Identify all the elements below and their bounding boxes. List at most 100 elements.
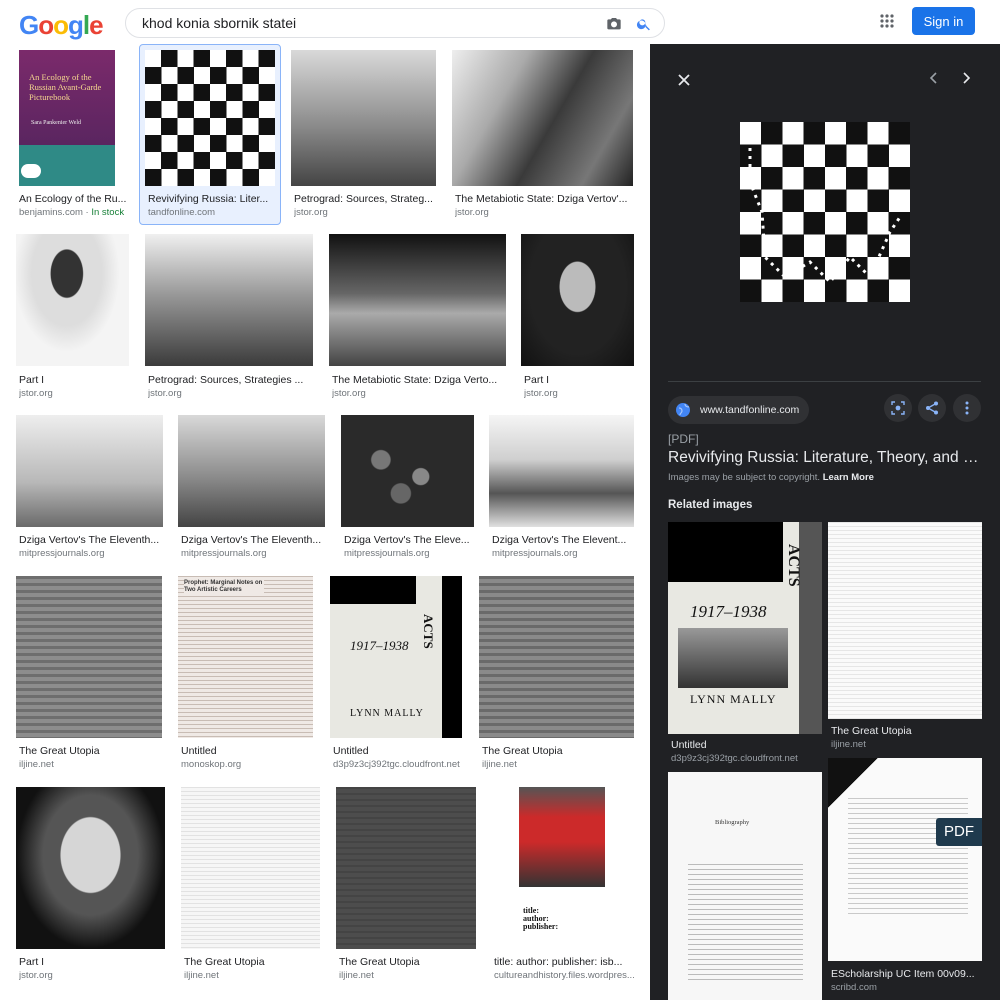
document-thumbnail: PDF: [828, 758, 982, 961]
result-source: mitpressjournals.org: [19, 548, 105, 559]
result-title[interactable]: Dziga Vertov's The Eleve...: [344, 534, 472, 547]
google-logo[interactable]: Google: [19, 10, 104, 40]
image-result[interactable]: The Metabiotic State: Dziga Vertov'... j…: [452, 50, 633, 220]
image-result[interactable]: Petrograd: Sources, Strategies ... jstor…: [145, 234, 313, 404]
image-result[interactable]: An Ecology of the Russian Avant-Garde Pi…: [16, 50, 128, 220]
result-source: jstor.org: [455, 207, 489, 218]
document-heading: Bibliography: [715, 819, 750, 826]
result-title[interactable]: Dziga Vertov's The Elevent...: [492, 534, 632, 547]
result-source: mitpressjournals.org: [344, 548, 430, 559]
result-title[interactable]: The Great Utopia: [482, 745, 632, 758]
logo-letter: o: [38, 10, 54, 40]
book-cover-author: Sara Pankenier Weld: [31, 120, 82, 126]
sign-in-button[interactable]: Sign in: [912, 7, 975, 35]
document-thumbnail: [16, 576, 162, 738]
image-result[interactable]: Part I jstor.org: [16, 787, 165, 982]
search-input[interactable]: [142, 15, 582, 31]
knight-path-overlay: [748, 132, 902, 285]
pdf-badge: PDF: [936, 818, 982, 846]
result-title[interactable]: title: author: publisher: isb...: [494, 956, 632, 969]
image-result[interactable]: Dziga Vertov's The Eleventh... mitpressj…: [178, 415, 325, 565]
related-images-heading: Related images: [668, 499, 753, 511]
result-source: tandfonline.com: [148, 207, 216, 218]
result-source: jstor.org: [524, 388, 558, 399]
camera-icon[interactable]: [606, 16, 622, 32]
result-source: jstor.org: [19, 970, 53, 981]
related-image[interactable]: Bibliography: [668, 772, 822, 1000]
photo-thumbnail: [16, 415, 163, 527]
cover-acts-word: ACTS: [421, 614, 436, 649]
portrait-thumbnail: [521, 234, 634, 366]
result-title[interactable]: Dziga Vertov's The Eleventh...: [19, 534, 161, 547]
related-image[interactable]: PDF EScholarship UC Item 00v09... scribd…: [828, 758, 982, 1000]
result-title[interactable]: The Metabiotic State: Dziga Vertov'...: [455, 193, 631, 206]
image-result[interactable]: Prophet: Marginal Notes on Two Artistic …: [178, 576, 313, 771]
image-result[interactable]: Part I jstor.org: [521, 234, 634, 404]
result-title[interactable]: The Great Utopia: [339, 956, 475, 969]
image-result[interactable]: Dziga Vertov's The Eleventh... mitpressj…: [16, 415, 163, 565]
result-source-domain: benjamins.com: [19, 207, 83, 218]
chevron-left-icon[interactable]: [926, 70, 942, 86]
copyright-notice: Images may be subject to copyright. Lear…: [668, 472, 874, 483]
result-title[interactable]: Revivifying Russia: Liter...: [148, 193, 272, 206]
image-result[interactable]: The Great Utopia iljine.net: [336, 787, 476, 982]
logo-letter: g: [68, 10, 84, 40]
image-results-grid: An Ecology of the Russian Avant-Garde Pi…: [0, 44, 650, 1000]
result-title[interactable]: Untitled: [181, 745, 311, 758]
result-title[interactable]: The Great Utopia: [19, 745, 159, 758]
result-title[interactable]: An Ecology of the Ru...: [19, 193, 127, 206]
related-image[interactable]: The Great Utopia iljine.net: [828, 522, 982, 752]
document-text: title: author: publisher:: [523, 907, 558, 931]
portrait-thumbnail: [16, 234, 129, 366]
cover-black-block: [668, 522, 783, 582]
image-result[interactable]: Dziga Vertov's The Eleve... mitpressjour…: [341, 415, 474, 565]
image-result[interactable]: The Great Utopia iljine.net: [16, 576, 162, 771]
result-title[interactable]: The Great Utopia: [184, 956, 318, 969]
photo-thumbnail: [452, 50, 633, 186]
image-result[interactable]: Part I jstor.org: [16, 234, 129, 404]
result-title[interactable]: The Metabiotic State: Dziga Verto...: [332, 374, 504, 387]
result-title[interactable]: Petrograd: Sources, Strategies ...: [148, 374, 311, 387]
book-cover-thumbnail: ACTS 1917–1938 LYNN MALLY: [668, 522, 822, 734]
image-result[interactable]: Dziga Vertov's The Elevent... mitpressjo…: [489, 415, 634, 565]
lens-button[interactable]: [884, 394, 912, 422]
result-title[interactable]: Untitled: [333, 745, 461, 758]
image-result[interactable]: title: author: publisher: title: author:…: [491, 787, 634, 982]
site-link[interactable]: www.tandfonline.com: [668, 396, 810, 424]
result-source: jstor.org: [294, 207, 328, 218]
copyright-text: Images may be subject to copyright.: [668, 472, 821, 483]
cover-author: LYNN MALLY: [350, 708, 424, 719]
share-button[interactable]: [918, 394, 946, 422]
image-result[interactable]: The Metabiotic State: Dziga Verto... jst…: [329, 234, 506, 404]
document-thumbnail: [181, 787, 320, 949]
related-title[interactable]: The Great Utopia: [831, 725, 981, 737]
cover-photo: [678, 628, 788, 688]
panel-title[interactable]: Revivifying Russia: Literature, Theory, …: [668, 449, 983, 467]
image-result[interactable]: The Great Utopia iljine.net: [181, 787, 320, 982]
search-box: [125, 8, 665, 38]
related-image[interactable]: ACTS 1917–1938 LYNN MALLY Untitled d3p9z…: [668, 522, 822, 768]
apps-grid-icon[interactable]: [880, 14, 894, 28]
document-lines: [848, 798, 968, 918]
site-domain: www.tandfonline.com: [700, 404, 800, 416]
tag-icon: [21, 164, 41, 178]
document-line: publisher:: [523, 922, 559, 931]
result-title[interactable]: Dziga Vertov's The Eleventh...: [181, 534, 323, 547]
result-title[interactable]: Part I: [524, 374, 632, 387]
result-source: cultureandhistory.files.wordpres...: [494, 970, 634, 981]
related-title[interactable]: EScholarship UC Item 00v09...: [831, 968, 981, 980]
result-title[interactable]: Petrograd: Sources, Strateg...: [294, 193, 434, 206]
more-options-button[interactable]: [953, 394, 981, 422]
result-title[interactable]: Part I: [19, 374, 127, 387]
search-icon[interactable]: [636, 16, 652, 32]
image-result[interactable]: Petrograd: Sources, Strateg... jstor.org: [291, 50, 436, 220]
related-title[interactable]: Untitled: [671, 739, 821, 751]
learn-more-link[interactable]: Learn More: [823, 472, 874, 483]
image-result[interactable]: ACTS 1917–1938 LYNN MALLY Untitled d3p9z…: [330, 576, 462, 771]
result-source: iljine.net: [339, 970, 374, 981]
close-icon[interactable]: [674, 70, 694, 90]
chevron-right-icon[interactable]: [958, 70, 974, 86]
image-result-selected[interactable]: Revivifying Russia: Liter... tandfonline…: [145, 50, 275, 220]
image-result[interactable]: The Great Utopia iljine.net: [479, 576, 634, 771]
result-title[interactable]: Part I: [19, 956, 159, 969]
